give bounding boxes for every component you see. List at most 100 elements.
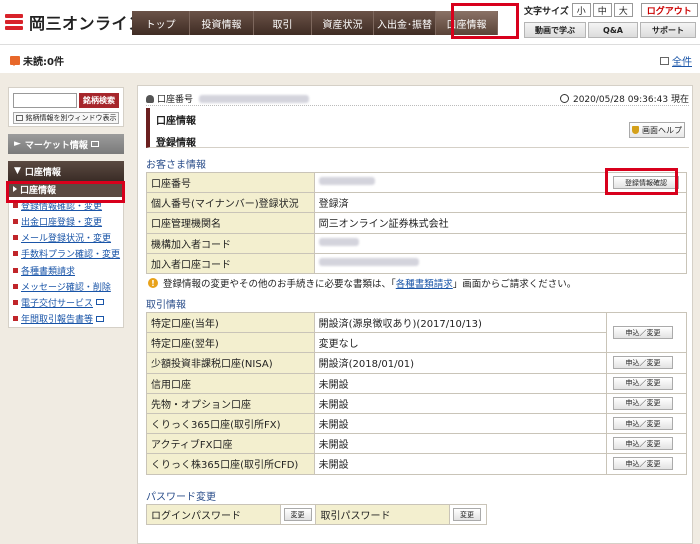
utility-area: 文字サイズ 小 中 大 ログアウト 動画で学ぶ Q&A サポート: [524, 2, 698, 38]
text-size-large-button[interactable]: 大: [613, 3, 633, 17]
row-label: 先物・オプション口座: [146, 392, 315, 414]
nav-deposit-transfer[interactable]: 入出金･振替: [374, 11, 436, 35]
row-value: [313, 232, 688, 254]
text-size-medium-button[interactable]: 中: [592, 3, 612, 17]
nav-top[interactable]: トップ: [132, 11, 190, 35]
change-trade-password-button[interactable]: 変更: [452, 508, 481, 522]
table-row: 機構加入者コード: [146, 232, 688, 254]
sidebar-item-e-delivery[interactable]: 電子交付サービス: [9, 294, 123, 310]
table-row: 信用口座 未開設 申込／変更: [146, 372, 687, 394]
row-label: アクティブFX口座: [146, 433, 315, 455]
row-action: 申込／変更: [606, 433, 687, 455]
row-value: 変更なし: [313, 332, 608, 354]
customer-info-heading: お客さま情報: [146, 160, 206, 171]
notice-text-post: 」画面からご請求ください。: [452, 279, 577, 290]
row-action: 申込／変更: [606, 453, 687, 475]
sidebar-market-info[interactable]: ► マーケット情報: [8, 134, 124, 154]
row-value: 開設済(源泉徴収あり)(2017/10/13): [313, 311, 608, 334]
table-row: アクティブFX口座 未開設 申込／変更: [146, 433, 687, 455]
apply-change-button[interactable]: 申込／変更: [613, 376, 673, 390]
documents-notice: ! 登録情報の変更やその他のお手続きに必要な書類は、「 各種書類請求 」画面から…: [148, 276, 576, 290]
sidebar-item-fee-plan[interactable]: 手数料プラン確認・変更: [9, 246, 123, 262]
change-login-password-button[interactable]: 変更: [283, 508, 312, 522]
stock-search-input[interactable]: [13, 93, 77, 108]
support-button[interactable]: サポート: [640, 22, 696, 38]
info-bar: 未読:0件 全件: [0, 44, 700, 72]
row-action: 登録情報確認: [605, 171, 688, 194]
logout-button[interactable]: ログアウト: [640, 3, 698, 17]
row-label: くりっく株365口座(取引所CFD): [146, 453, 315, 475]
text-size-small-button[interactable]: 小: [571, 3, 591, 17]
unread-count: 未読:0件: [23, 57, 64, 68]
sidebar-item-label: 口座情報: [20, 185, 57, 196]
bullet-icon: [13, 316, 18, 322]
redacted-account-number: [199, 94, 310, 103]
sidebar-account-info-header[interactable]: ▼ 口座情報: [8, 161, 124, 181]
stock-info-new-window-button[interactable]: 銘柄情報を別ウィンドウ表示: [13, 112, 119, 124]
global-nav: トップ 投資情報 取引 資産状況 入出金･振替 口座情報: [132, 11, 498, 35]
row-action: 申込／変更: [606, 412, 687, 435]
table-row: 特定口座(翌年) 変更なし: [146, 332, 687, 354]
screen-help-button[interactable]: 画面ヘルプ: [629, 122, 685, 138]
nav-assets[interactable]: 資産状況: [312, 11, 374, 35]
row-action: 申込／変更: [606, 392, 687, 414]
sidebar-item-registration[interactable]: 登録情報確認・変更: [9, 197, 123, 213]
sidebar-item-label: 登録情報確認・変更: [21, 201, 103, 212]
arrow-icon: [13, 186, 17, 193]
sidebar: 銘柄検索 銘柄情報を別ウィンドウ表示 ► マーケット情報 ▼ 口座情報 口座情報…: [8, 87, 124, 328]
apply-change-button[interactable]: 申込／変更: [613, 396, 673, 410]
sidebar-market-info-label: マーケット情報: [24, 140, 88, 151]
faq-button[interactable]: Q&A: [588, 22, 638, 38]
row-label: 少額投資非課税口座(NISA): [146, 352, 315, 374]
documents-request-link[interactable]: 各種書類請求: [396, 276, 453, 290]
unread-messages[interactable]: 未読:0件: [10, 53, 64, 68]
row-value: 未開設: [313, 392, 608, 414]
apply-change-button[interactable]: 申込／変更: [613, 326, 673, 340]
info-icon: !: [148, 278, 158, 288]
row-action: 申込／変更: [606, 352, 687, 374]
table-row: 個人番号(マイナンバー)登録状況 登録済: [146, 192, 688, 214]
row-label: 機構加入者コード: [146, 232, 315, 254]
apply-change-button[interactable]: 申込／変更: [613, 417, 673, 431]
sidebar-account-menu: 口座情報 登録情報確認・変更 出金口座登録・変更 メール登録状況・変更 手数料プ…: [8, 181, 124, 328]
all-messages-link[interactable]: 全件: [660, 53, 692, 68]
sidebar-item-label: 手数料プラン確認・変更: [21, 250, 121, 261]
table-row: 特定口座(当年) 開設済(源泉徴収あり)(2017/10/13) 申込／変更: [146, 311, 687, 354]
all-messages-label: 全件: [672, 57, 692, 68]
nav-account-info[interactable]: 口座情報: [436, 11, 498, 35]
row-value: 登録済: [313, 192, 688, 214]
row-action: 変更: [279, 503, 317, 526]
sidebar-item-documents[interactable]: 各種書類請求: [9, 262, 123, 278]
logo-text: 岡三オンライン: [29, 14, 145, 33]
nav-trade[interactable]: 取引: [254, 11, 312, 35]
stock-search-button[interactable]: 銘柄検索: [79, 93, 119, 108]
row-label: 特定口座(翌年): [146, 332, 315, 354]
sidebar-item-account-info[interactable]: 口座情報: [9, 181, 123, 198]
bullet-icon: [13, 218, 18, 224]
sidebar-item-email[interactable]: メール登録状況・変更: [9, 230, 123, 246]
learn-video-button[interactable]: 動画で学ぶ: [524, 22, 586, 38]
confirm-registration-button[interactable]: 登録情報確認: [612, 176, 679, 190]
logo-mark-icon: [5, 12, 25, 32]
person-icon: [146, 94, 154, 103]
table-row: 口座管理機関名 岡三オンライン証券株式会社: [146, 212, 688, 234]
row-label: 口座番号: [146, 171, 315, 194]
apply-change-button[interactable]: 申込／変更: [613, 437, 673, 451]
sidebar-item-messages[interactable]: メッセージ確認・削除: [9, 278, 123, 294]
table-row: 少額投資非課税口座(NISA) 開設済(2018/01/01) 申込／変更: [146, 352, 687, 374]
nav-investment-info[interactable]: 投資情報: [190, 11, 254, 35]
sidebar-item-label: 電子交付サービス: [21, 298, 94, 309]
new-window-icon: [15, 115, 23, 121]
sidebar-item-label: メール登録状況・変更: [21, 234, 112, 245]
page-subtitle: 登録情報: [156, 138, 196, 149]
apply-change-button[interactable]: 申込／変更: [613, 356, 673, 370]
sidebar-item-withdrawal-account[interactable]: 出金口座登録・変更: [9, 213, 123, 229]
bullet-icon: [13, 283, 18, 289]
row-value: [313, 171, 607, 194]
apply-change-button[interactable]: 申込／変更: [613, 457, 673, 471]
new-window-icon: [660, 56, 669, 65]
triangle-right-icon: ►: [14, 139, 21, 149]
logo[interactable]: 岡三オンライン: [5, 10, 145, 34]
sidebar-item-annual-report[interactable]: 年間取引報告書等: [9, 311, 123, 327]
table-row: ログインパスワード 変更 取引パスワード 変更: [146, 503, 488, 526]
